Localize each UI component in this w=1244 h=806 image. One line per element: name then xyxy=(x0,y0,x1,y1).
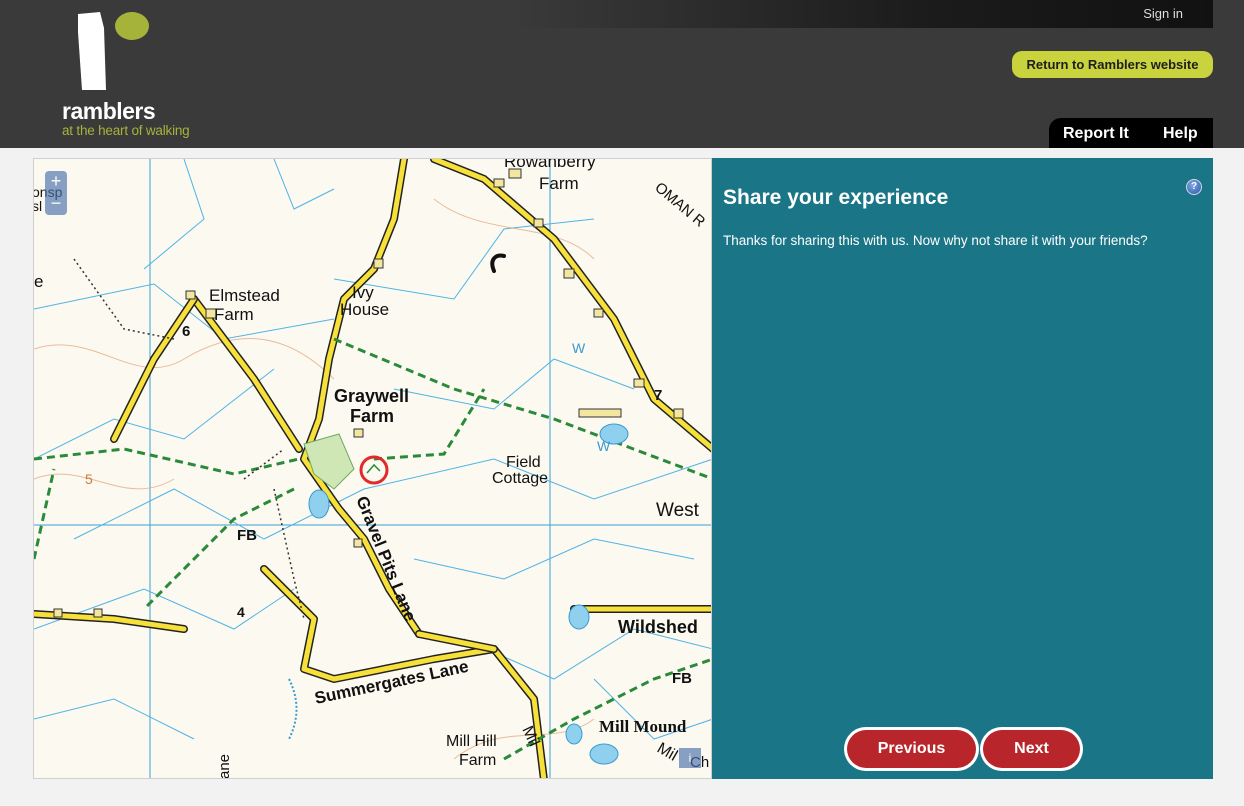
site-header: Sign in ramblers at the heart of walking… xyxy=(0,0,1244,148)
zoom-out-button[interactable]: − xyxy=(45,193,67,215)
label-cottage: Cottage xyxy=(492,470,548,487)
label-lane: ane xyxy=(216,754,233,779)
previous-button[interactable]: Previous xyxy=(847,730,976,768)
map-attribution-button[interactable]: i xyxy=(679,748,701,768)
label-fb-1: FB xyxy=(237,527,257,544)
label-graywell-farm: Farm xyxy=(350,406,394,426)
label-num-5: 5 xyxy=(85,471,93,487)
label-elmstead: Elmstead xyxy=(209,286,280,305)
logo-tagline: at the heart of walking xyxy=(62,123,190,138)
panel-title: Share your experience xyxy=(723,186,949,209)
sign-in-bar: Sign in xyxy=(513,0,1213,28)
label-num-7: 7 xyxy=(654,387,662,404)
label-mill-right: Mil xyxy=(654,740,680,765)
sign-in-link[interactable]: Sign in xyxy=(1143,6,1183,21)
return-to-website-button[interactable]: Return to Ramblers website xyxy=(1012,51,1213,78)
zoom-in-button[interactable]: + xyxy=(45,171,67,193)
label-gravel-pits-lane: Gravel Pits Lane xyxy=(352,493,420,624)
map-canvas[interactable]: Rowanberry Farm OMAN R Elmstead Farm Ivy… xyxy=(34,159,712,779)
label-edge-e: e xyxy=(34,272,43,291)
nav-help[interactable]: Help xyxy=(1163,125,1198,143)
label-farm-top: Farm xyxy=(539,174,579,193)
logo-mark-icon xyxy=(78,12,149,90)
label-fb-2: FB xyxy=(672,670,692,687)
label-wildshed: Wildshed xyxy=(618,617,698,637)
label-rowanberry: Rowanberry xyxy=(504,159,596,171)
main-nav: Report It Help xyxy=(1049,118,1213,148)
logo-wordmark: ramblers xyxy=(62,98,156,124)
share-panel: ? Share your experience Thanks for shari… xyxy=(712,158,1213,779)
nav-report-it[interactable]: Report It xyxy=(1063,125,1129,143)
label-w-1: W xyxy=(572,340,586,356)
label-num-6: 6 xyxy=(182,323,190,340)
label-mill-mound: Mill Mound xyxy=(599,717,687,736)
label-roman: OMAN R xyxy=(651,179,708,231)
location-marker-icon xyxy=(359,455,389,485)
label-elmstead-farm: Farm xyxy=(214,305,254,324)
label-mill-hill: Mill Hill xyxy=(446,733,497,750)
panel-description: Thanks for sharing this with us. Now why… xyxy=(723,233,1148,248)
ramblers-logo[interactable]: ramblers at the heart of walking xyxy=(60,10,220,140)
label-mill-hill-farm: Farm xyxy=(459,752,496,769)
label-edge-sl: sl xyxy=(34,198,42,214)
os-map[interactable]: Rowanberry Farm OMAN R Elmstead Farm Ivy… xyxy=(33,158,712,779)
next-button[interactable]: Next xyxy=(983,730,1080,768)
label-house: House xyxy=(340,300,389,319)
help-icon[interactable]: ? xyxy=(1186,179,1202,195)
label-w-2: W xyxy=(597,438,611,454)
label-graywell: Graywell xyxy=(334,386,409,406)
label-num-4: 4 xyxy=(237,604,245,620)
label-field: Field xyxy=(506,454,541,471)
label-west: West xyxy=(656,500,700,521)
